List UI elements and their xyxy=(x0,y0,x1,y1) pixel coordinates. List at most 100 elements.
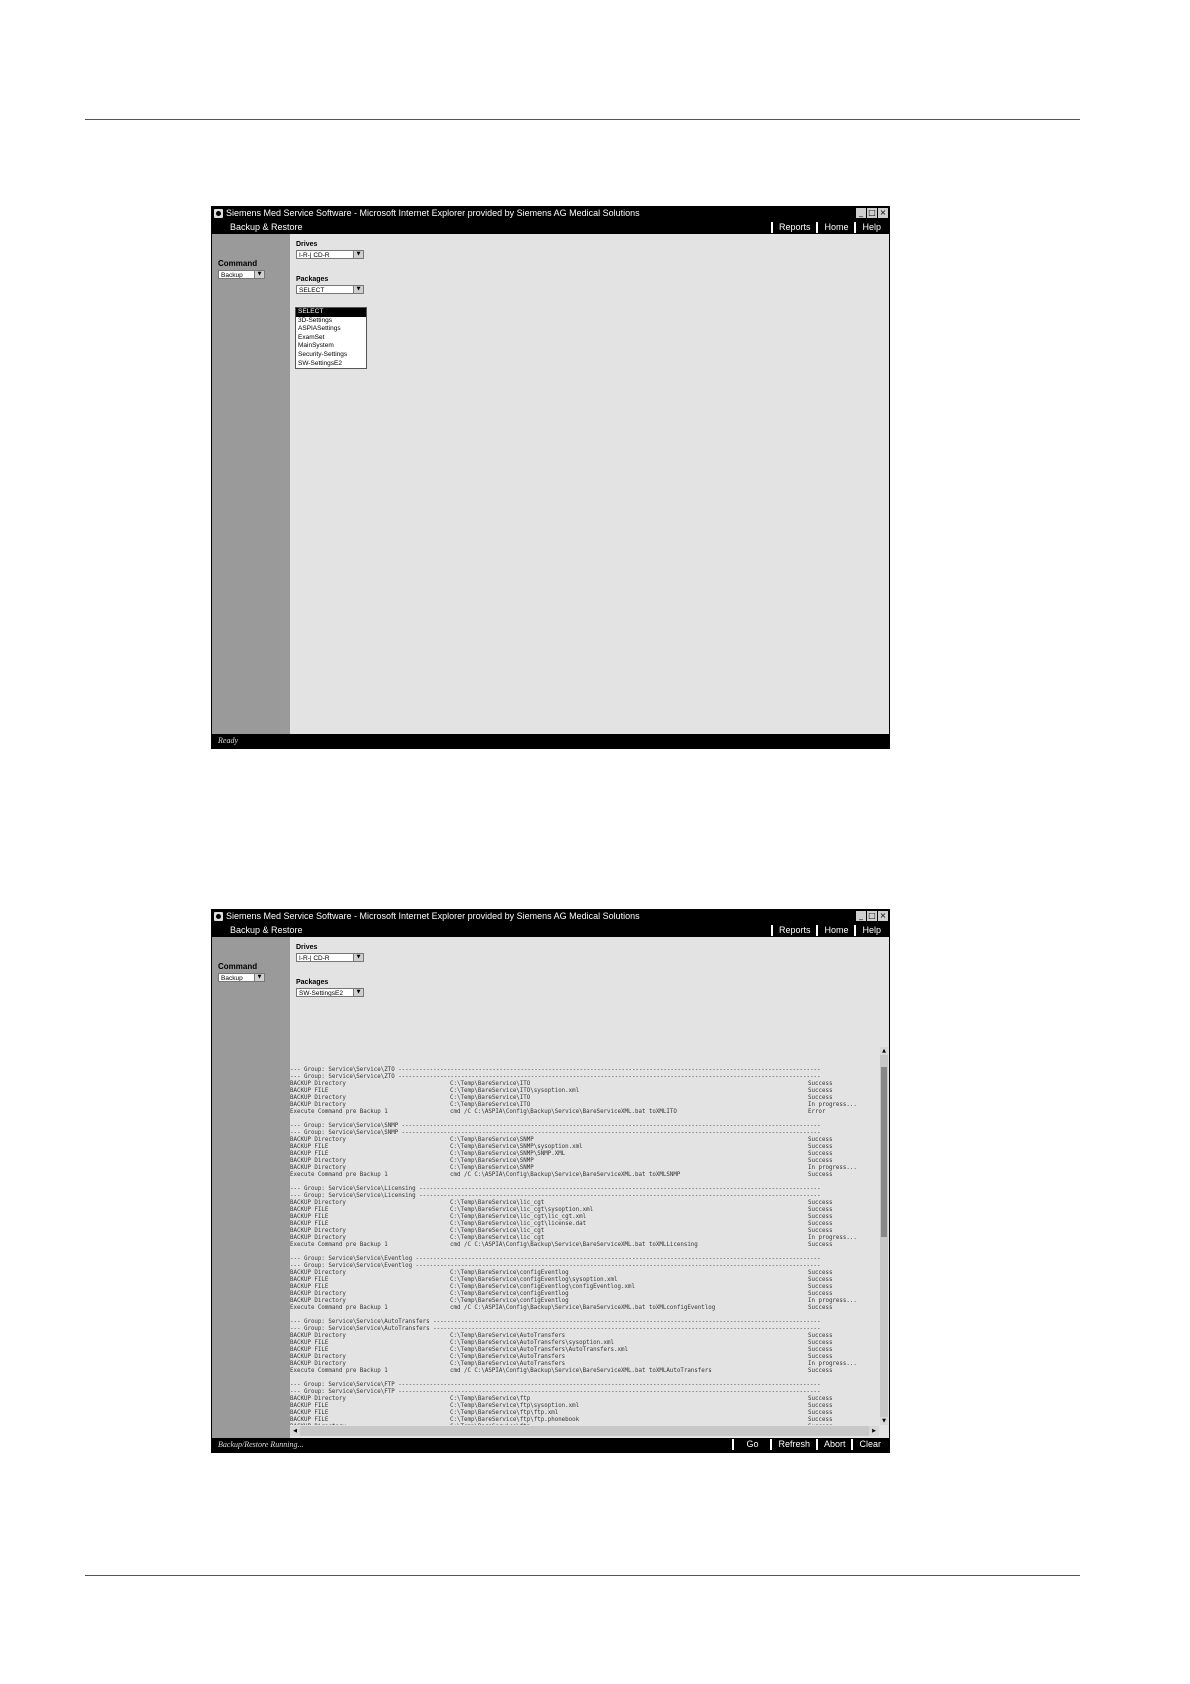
command-select[interactable]: Backup ▼ xyxy=(218,973,265,982)
page-bottom-rule xyxy=(85,1575,1080,1576)
log-result: Success xyxy=(808,1151,833,1157)
packages-option[interactable]: ExamSet xyxy=(296,334,366,343)
reports-link[interactable]: Reports xyxy=(770,925,817,936)
log-result: Error xyxy=(808,1109,826,1115)
minimize-button[interactable]: _ xyxy=(856,911,866,921)
log-path: C:\Temp\BareService\lic_cgt xyxy=(450,1235,545,1241)
reports-link[interactable]: Reports xyxy=(770,222,817,233)
scroll-down-icon[interactable]: ▼ xyxy=(880,1417,888,1425)
sidebar: Command Backup ▼ xyxy=(212,937,290,1438)
log-result: Success xyxy=(808,1081,833,1087)
clear-button[interactable]: Clear xyxy=(851,1439,887,1450)
packages-option[interactable]: Security-Settings xyxy=(296,351,366,360)
command-value: Backup xyxy=(221,975,243,982)
log-path: C:\Temp\BareService\lic_cgt\lic_cgt.xml xyxy=(450,1214,587,1220)
go-button[interactable]: Go xyxy=(732,1439,771,1450)
log-action: --- Group: Service\Service\SNMP --------… xyxy=(290,1123,821,1129)
log-action: BACKUP Directory xyxy=(290,1424,346,1425)
dropdown-arrow-icon: ▼ xyxy=(353,286,363,293)
drives-select[interactable]: I-R-| CD-R ▼ xyxy=(296,953,364,962)
log-action: --- Group: Service\Service\Licensing ---… xyxy=(290,1186,821,1192)
close-button[interactable]: × xyxy=(878,208,888,218)
packages-select[interactable]: SW-SettingsE2 ▼ xyxy=(296,988,364,997)
log-line: BACKUP Directory C:\Temp\BareService\Auto… xyxy=(290,1354,879,1361)
log-line: BACKUP FILE C:\Temp\BareService\AutoTrans… xyxy=(290,1340,879,1347)
home-link[interactable]: Home xyxy=(816,925,854,936)
horizontal-scrollbar[interactable]: ◀ ▶ xyxy=(290,1426,879,1436)
scroll-thumb[interactable] xyxy=(881,1067,887,1237)
log-line: Execute Command pre Backup 1 cmd /C C:\AS… xyxy=(290,1172,879,1179)
maximize-button[interactable]: □ xyxy=(867,208,877,218)
packages-value: SELECT xyxy=(299,287,325,294)
log-path: C:\Temp\BareService\ftp\sysoption.xml xyxy=(450,1403,580,1409)
packages-option[interactable]: MainSystem xyxy=(296,342,366,351)
browser-icon xyxy=(214,209,223,218)
close-button[interactable]: × xyxy=(878,911,888,921)
drives-label: Drives xyxy=(296,944,318,951)
command-select[interactable]: Backup ▼ xyxy=(218,270,265,279)
packages-option[interactable]: SELECT xyxy=(296,308,366,317)
log-line: BACKUP FILE C:\Temp\BareService\lic_cgt\s… xyxy=(290,1207,879,1214)
title-bar: Siemens Med Service Software - Microsoft… xyxy=(212,207,889,220)
help-link[interactable]: Help xyxy=(854,222,887,233)
log-line: BACKUP Directory C:\Temp\BareService\Auto… xyxy=(290,1361,879,1368)
log-action: --- Group: Service\Service\FTP ---------… xyxy=(290,1382,821,1388)
log-line: BACKUP FILE C:\Temp\BareService\lic_cgt\l… xyxy=(290,1214,879,1221)
packages-dropdown-list: SELECT 3D-Settings ASPIASettings ExamSet… xyxy=(295,307,367,370)
log-line: BACKUP Directory C:\Temp\BareService\SNMP… xyxy=(290,1165,879,1172)
log-line: BACKUP FILE C:\Temp\BareService\configEve… xyxy=(290,1277,879,1284)
log-action: BACKUP FILE xyxy=(290,1151,329,1157)
log-action: BACKUP Directory xyxy=(290,1361,346,1367)
log-action: --- Group: Service\Service\AutoTransfers… xyxy=(290,1319,821,1325)
scroll-right-icon[interactable]: ▶ xyxy=(869,1426,879,1436)
log-result: Success xyxy=(808,1277,833,1283)
log-line: Execute Command pre Backup 1 cmd /C C:\AS… xyxy=(290,1368,879,1375)
command-label: Command xyxy=(218,962,258,971)
maximize-button[interactable]: □ xyxy=(867,911,877,921)
scroll-left-icon[interactable]: ◀ xyxy=(290,1426,300,1436)
log-action: BACKUP Directory xyxy=(290,1333,346,1339)
log-line: BACKUP Directory C:\Temp\BareService\ftp S… xyxy=(290,1424,879,1425)
log-action: --- Group: Service\Service\Eventlog ----… xyxy=(290,1263,821,1269)
log-action: BACKUP Directory xyxy=(290,1200,346,1206)
section-title: Backup & Restore xyxy=(230,222,303,232)
packages-option[interactable]: ASPIASettings xyxy=(296,325,366,334)
log-action: --- Group: Service\Service\SNMP --------… xyxy=(290,1130,821,1136)
vertical-scrollbar[interactable]: ▲ ▼ xyxy=(880,1047,888,1425)
log-action: BACKUP FILE xyxy=(290,1088,329,1094)
packages-option[interactable]: 3D-Settings xyxy=(296,317,366,326)
help-link[interactable]: Help xyxy=(854,925,887,936)
log-result: Success xyxy=(808,1095,833,1101)
packages-select[interactable]: SELECT ▼ xyxy=(296,285,364,294)
log-line: BACKUP Directory C:\Temp\BareService\lic_… xyxy=(290,1200,879,1207)
home-link[interactable]: Home xyxy=(816,222,854,233)
log-result: Success xyxy=(808,1305,833,1311)
drives-select[interactable]: I-R-| CD-R ▼ xyxy=(296,250,364,259)
log-result: Success xyxy=(808,1368,833,1374)
minimize-button[interactable]: _ xyxy=(856,208,866,218)
packages-option[interactable]: SW-SettingsE2 xyxy=(296,360,366,369)
refresh-button[interactable]: Refresh xyxy=(770,1439,816,1450)
log-result: Success xyxy=(808,1207,833,1213)
abort-button[interactable]: Abort xyxy=(815,1439,852,1450)
log-path: C:\Temp\BareService\SNMP xyxy=(450,1165,534,1171)
log-line: --- Group: Service\Service\AutoTransfers… xyxy=(290,1319,879,1326)
log-action: BACKUP Directory xyxy=(290,1270,346,1276)
log-line: --- Group: Service\Service\Eventlog ----… xyxy=(290,1256,879,1263)
log-line: BACKUP Directory C:\Temp\BareService\ITO I… xyxy=(290,1102,879,1109)
status-text: Backup/Restore Running... xyxy=(218,1440,304,1449)
log-line: BACKUP Directory C:\Temp\BareService\conf… xyxy=(290,1298,879,1305)
log-line: BACKUP Directory C:\Temp\BareService\SNMP… xyxy=(290,1137,879,1144)
log-result: Success xyxy=(808,1088,833,1094)
scroll-up-icon[interactable]: ▲ xyxy=(880,1047,888,1055)
log-line: BACKUP FILE C:\Temp\BareService\SNMP\syso… xyxy=(290,1144,879,1151)
log-path: C:\Temp\BareService\ftp xyxy=(450,1424,530,1425)
log-line: BACKUP Directory C:\Temp\BareService\SNMP… xyxy=(290,1158,879,1165)
log-action: BACKUP FILE xyxy=(290,1221,329,1227)
log-result: Success xyxy=(808,1172,833,1178)
dropdown-arrow-icon: ▼ xyxy=(353,954,363,961)
log-action: BACKUP FILE xyxy=(290,1347,329,1353)
